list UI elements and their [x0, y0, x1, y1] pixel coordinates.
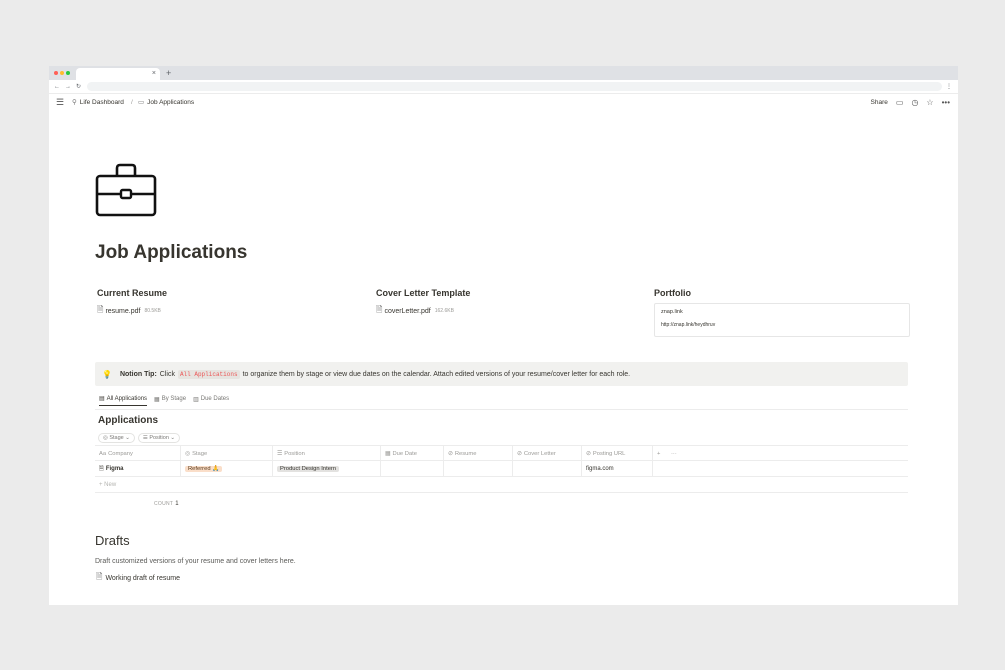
cover-letter-file[interactable]: 🗎 coverLetter.pdf 162.6KB: [376, 304, 470, 318]
property-heading: Current Resume: [97, 288, 168, 298]
calendar-icon: ▦: [385, 451, 391, 457]
attachment-icon: ⊘: [448, 451, 453, 457]
briefcase-icon[interactable]: [95, 162, 157, 218]
browser-tab-bar: × +: [49, 66, 958, 80]
cell-position[interactable]: Product Design Intern: [273, 461, 381, 477]
property-current-resume: Current Resume 🗎 resume.pdf 80.5KB: [97, 288, 167, 318]
forward-icon[interactable]: →: [65, 82, 71, 92]
drafts-description: Draft customized versions of your resume…: [95, 558, 296, 565]
multiselect-icon: ☰: [277, 451, 283, 457]
tab-all-applications[interactable]: ▤ All Applications: [99, 395, 148, 406]
select-icon: ◎: [185, 451, 191, 457]
file-icon: 🗎: [97, 305, 104, 314]
resume-file[interactable]: 🗎 resume.pdf 80.5KB: [97, 304, 167, 318]
drafts-heading: Drafts: [95, 533, 130, 548]
breadcrumb-separator: /: [131, 99, 133, 106]
inline-code: All Applications: [177, 369, 240, 379]
comment-icon[interactable]: ▭: [896, 98, 904, 107]
property-portfolio: Portfolio znap.link http://znap.link/hey…: [654, 288, 910, 337]
close-tab-icon[interactable]: ×: [152, 69, 156, 79]
database-title[interactable]: Applications: [98, 415, 158, 426]
attachment-icon: ⊘: [517, 451, 522, 457]
column-header-company[interactable]: Aa Company: [95, 446, 181, 462]
cell-cover-letter[interactable]: [513, 461, 582, 477]
breadcrumb-life-dashboard[interactable]: ⚲ Life Dashboard: [72, 99, 124, 107]
reload-icon[interactable]: ↻: [76, 82, 81, 92]
page-icon: 🗎: [99, 466, 104, 472]
property-cover-letter-template: Cover Letter Template 🗎 coverLetter.pdf …: [376, 288, 470, 318]
notion-top-bar: ☰ ⚲ Life Dashboard / ▭ Job Applications Sh…: [49, 94, 958, 112]
browser-menu-icon[interactable]: ⋮: [946, 82, 952, 92]
breadcrumb-job-applications[interactable]: ▭ Job Applications: [138, 99, 194, 107]
address-bar[interactable]: [87, 82, 942, 91]
database-view-tabs: ▤ All Applications ▦ By Stage ▥ Due Date…: [99, 395, 229, 406]
dashboard-icon: ⚲: [72, 99, 77, 106]
cell-due-date[interactable]: [381, 461, 444, 477]
text-icon: Aa: [99, 451, 107, 457]
star-icon[interactable]: ☆: [926, 98, 933, 107]
table-icon: ▤: [99, 396, 105, 402]
file-icon: 🗎: [376, 305, 383, 314]
menu-icon[interactable]: ☰: [56, 98, 64, 107]
new-tab-button[interactable]: +: [166, 67, 171, 79]
tab-due-dates[interactable]: ▥ Due Dates: [193, 395, 229, 406]
page-title: Job Applications: [95, 242, 248, 263]
filter-stage[interactable]: ◎ Stage ⌄: [98, 433, 135, 443]
browser-nav-bar: ← → ↻ ⋮: [49, 80, 958, 94]
column-header-due-date[interactable]: ▦ Due Date: [381, 446, 444, 462]
browser-window: × + ← → ↻ ⋮ ☰ ⚲ Life Dashboard / ▭ Job App…: [49, 66, 958, 605]
link-icon: ⊘: [586, 451, 591, 457]
cell-resume[interactable]: [444, 461, 513, 477]
property-heading: Cover Letter Template: [376, 288, 471, 298]
property-heading: Portfolio: [654, 288, 691, 298]
draft-page-link[interactable]: 🗎 Working draft of resume: [96, 571, 180, 585]
applications-table: Aa Company ◎ Stage ☰ Position ▦ Due Date ⊘ Re…: [95, 445, 908, 493]
more-icon[interactable]: •••: [942, 98, 950, 107]
portfolio-bookmark[interactable]: znap.link http://znap.link/heydhruv: [654, 303, 910, 337]
column-header-position[interactable]: ☰ Position: [273, 446, 381, 462]
table-header: Aa Company ◎ Stage ☰ Position ▦ Due Date ⊘ Re…: [95, 445, 908, 462]
column-header-posting-url[interactable]: ⊘ Posting URL: [582, 446, 653, 462]
close-window-button[interactable]: [54, 71, 58, 75]
divider: [95, 409, 908, 410]
maximize-window-button[interactable]: [66, 71, 70, 75]
new-row-button[interactable]: + New: [95, 477, 908, 493]
clock-icon[interactable]: ◷: [911, 98, 918, 107]
briefcase-small-icon: ▭: [138, 99, 145, 106]
cell-posting-url[interactable]: figma.com: [582, 461, 653, 477]
lightbulb-icon: 💡: [102, 369, 112, 379]
browser-tab[interactable]: ×: [76, 68, 160, 80]
filter-position[interactable]: ☰ Position ⌄: [137, 433, 181, 443]
column-header-cover-letter[interactable]: ⊘ Cover Letter: [513, 446, 582, 462]
share-button[interactable]: Share: [871, 98, 888, 107]
column-header-stage[interactable]: ◎ Stage: [181, 446, 273, 462]
tab-by-stage[interactable]: ▦ By Stage: [154, 395, 186, 406]
count-summary[interactable]: COUNT 1: [154, 501, 179, 507]
filter-bar: ◎ Stage ⌄ ☰ Position ⌄: [98, 433, 181, 443]
table-row[interactable]: 🗎 Figma Referred 🙏 Product Design Intern …: [95, 461, 908, 477]
position-tag: Product Design Intern: [277, 466, 340, 472]
cell-company[interactable]: 🗎 Figma: [95, 461, 181, 477]
calendar-icon: ▥: [193, 396, 199, 403]
back-icon[interactable]: ←: [54, 82, 60, 92]
stage-tag: Referred 🙏: [185, 466, 223, 472]
more-columns-button[interactable]: ···: [667, 446, 687, 462]
page-icon: 🗎: [96, 572, 103, 581]
add-column-button[interactable]: +: [653, 446, 667, 462]
minimize-window-button[interactable]: [60, 71, 64, 75]
cell-stage[interactable]: Referred 🙏: [181, 461, 273, 477]
board-icon: ▦: [154, 396, 160, 403]
column-header-resume[interactable]: ⊘ Resume: [444, 446, 513, 462]
notion-tip-callout: 💡 Notion Tip: Click All Applications to …: [95, 362, 908, 386]
